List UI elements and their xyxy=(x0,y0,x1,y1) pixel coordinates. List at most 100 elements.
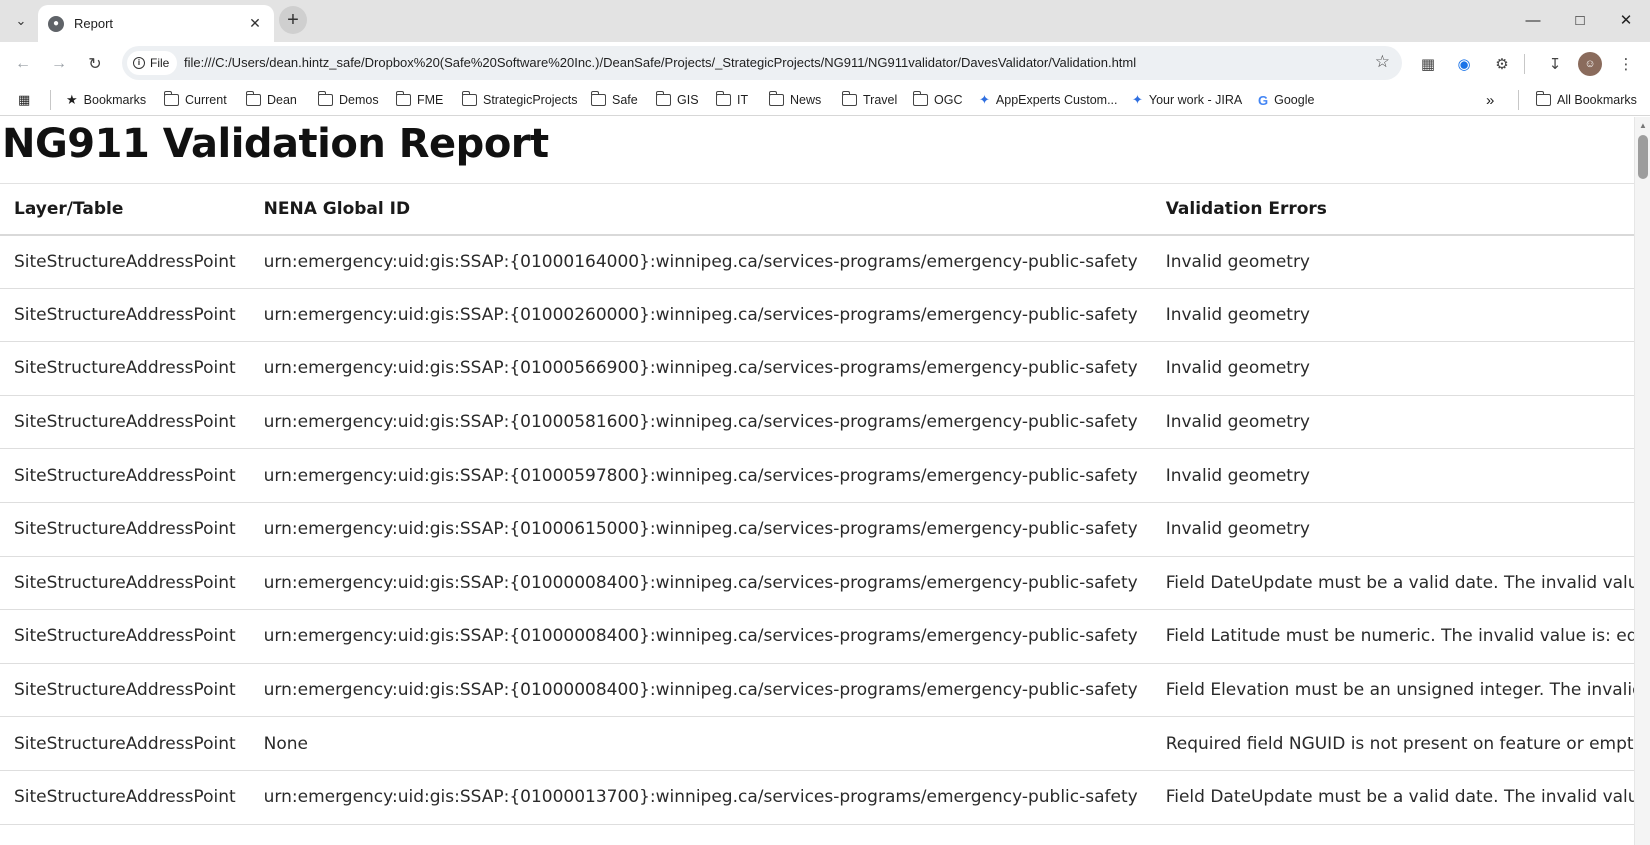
folder-icon xyxy=(655,91,671,106)
reload-icon[interactable]: ↻ xyxy=(80,49,110,79)
bookmark-folder-news[interactable]: News xyxy=(768,91,821,109)
jira-icon: ✦ xyxy=(979,92,990,107)
cell-global-id: urn:emergency:uid:gis:SSAP:{01000581600}… xyxy=(249,395,1152,450)
cell-layer: SiteStructureAddressPoint xyxy=(0,448,250,503)
puzzle-extensions-icon[interactable]: ⚙ xyxy=(1490,52,1514,76)
bookmarks-divider xyxy=(1518,90,1519,110)
cell-global-id: urn:emergency:uid:gis:SSAP:{01000008400}… xyxy=(249,556,1152,611)
cell-error: Invalid geometry xyxy=(1151,395,1634,450)
table-row: SiteStructureAddressPoint None Required fi… xyxy=(0,716,1634,771)
bookmark-folder-demos[interactable]: Demos xyxy=(317,91,379,109)
cell-global-id: urn:emergency:uid:gis:SSAP:{01000597800}… xyxy=(249,448,1152,503)
profile-avatar[interactable]: ☺ xyxy=(1578,52,1602,76)
jira-icon: ✦ xyxy=(1132,92,1143,107)
forward-arrow-icon[interactable]: → xyxy=(44,49,74,79)
bookmark-folder-dean[interactable]: Dean xyxy=(245,91,297,109)
cell-error: Invalid geometry xyxy=(1151,502,1634,557)
cell-global-id: urn:emergency:uid:gis:SSAP:{01000164000}… xyxy=(249,234,1152,289)
cell-layer: SiteStructureAddressPoint xyxy=(0,663,250,718)
cell-layer: SiteStructureAddressPoint xyxy=(0,341,250,396)
cell-layer: SiteStructureAddressPoint xyxy=(0,234,250,289)
cell-error: Required field NGUID is not present on f… xyxy=(1151,716,1634,771)
table-row: SiteStructureAddressPoint urn:emergency:u… xyxy=(0,556,1634,611)
page-viewport: NG911 Validation Report Layer/Table NENA… xyxy=(0,117,1634,845)
extension-icon[interactable]: ▦ xyxy=(1416,52,1440,76)
cell-global-id: urn:emergency:uid:gis:SSAP:{01000260000}… xyxy=(249,288,1152,343)
menu-kebab-icon[interactable]: ⋮ xyxy=(1614,52,1638,76)
table-row: SiteStructureAddressPoint urn:emergency:u… xyxy=(0,502,1634,557)
cell-error: Field Latitude must be numeric. The inva… xyxy=(1151,609,1634,664)
bookmark-google[interactable]: G Google xyxy=(1258,91,1314,109)
url-text[interactable]: file:///C:/Users/dean.hintz_safe/Dropbox… xyxy=(184,55,1136,70)
bookmark-folder-travel[interactable]: Travel xyxy=(841,91,897,109)
tab-report[interactable]: ● Report ✕ xyxy=(38,5,274,42)
cell-error: Invalid geometry xyxy=(1151,448,1634,503)
validation-table: Layer/Table NENA Global ID Validation Er… xyxy=(0,183,1634,825)
minimize-icon[interactable]: — xyxy=(1510,0,1556,40)
cell-global-id: urn:emergency:uid:gis:SSAP:{01000008400}… xyxy=(249,609,1152,664)
table-row: SiteStructureAddressPoint urn:emergency:u… xyxy=(0,448,1634,503)
tab-title: Report xyxy=(74,16,114,31)
bookmark-folder-strategicprojects[interactable]: StrategicProjects xyxy=(461,91,577,109)
extension-blue-icon[interactable]: ◉ xyxy=(1452,52,1476,76)
close-tab-icon[interactable]: ✕ xyxy=(246,15,264,33)
all-bookmarks[interactable]: All Bookmarks xyxy=(1535,91,1637,109)
bookmark-folder-fme[interactable]: FME xyxy=(395,91,443,109)
bookmark-bookmarks[interactable]: ★ Bookmarks xyxy=(66,91,146,109)
download-icon[interactable]: ↧ xyxy=(1543,52,1567,76)
cell-global-id: urn:emergency:uid:gis:SSAP:{01000008400}… xyxy=(249,663,1152,718)
cell-error: Invalid geometry xyxy=(1151,234,1634,289)
cell-global-id: urn:emergency:uid:gis:SSAP:{01000566900}… xyxy=(249,341,1152,396)
folder-icon xyxy=(590,91,606,106)
tab-strip: ⌄ ● Report ✕ + — □ ✕ xyxy=(0,0,1650,42)
table-row: SiteStructureAddressPoint urn:emergency:u… xyxy=(0,288,1634,343)
folder-icon xyxy=(715,91,731,106)
folder-icon xyxy=(163,91,179,106)
table-row: SiteStructureAddressPoint urn:emergency:u… xyxy=(0,234,1634,289)
table-body: SiteStructureAddressPoint urn:emergency:u… xyxy=(0,234,1634,825)
folder-icon xyxy=(245,91,261,106)
cell-layer: SiteStructureAddressPoint xyxy=(0,288,250,343)
cell-layer: SiteStructureAddressPoint xyxy=(0,716,250,771)
site-info-chip[interactable]: i File xyxy=(127,51,177,75)
table-header-row: Layer/Table NENA Global ID Validation Er… xyxy=(0,183,1634,236)
bookmark-star-icon[interactable]: ☆ xyxy=(1375,52,1390,72)
scrollbar-thumb[interactable] xyxy=(1638,135,1648,179)
apps-grid-icon[interactable]: ▦ xyxy=(18,91,36,109)
bookmark-folder-gis[interactable]: GIS xyxy=(655,91,699,109)
bookmark-folder-ogc[interactable]: OGC xyxy=(912,91,962,109)
cell-error: Invalid geometry xyxy=(1151,341,1634,396)
bookmarks-bar: ▦ ★ Bookmarks Current Dean Demos FME Stra… xyxy=(0,84,1650,116)
bookmark-folder-safe[interactable]: Safe xyxy=(590,91,638,109)
cell-error: Field DateUpdate must be a valid date. T… xyxy=(1151,556,1634,611)
column-header-errors: Validation Errors xyxy=(1151,183,1634,236)
table-row: SiteStructureAddressPoint urn:emergency:u… xyxy=(0,341,1634,396)
info-icon: i xyxy=(133,57,145,69)
bookmark-folder-current[interactable]: Current xyxy=(163,91,227,109)
page-title: NG911 Validation Report xyxy=(2,121,549,167)
column-header-layer: Layer/Table xyxy=(0,183,250,236)
address-bar[interactable]: i File file:///C:/Users/dean.hintz_safe/… xyxy=(122,46,1402,80)
bookmark-folder-it[interactable]: IT xyxy=(715,91,748,109)
table-row: SiteStructureAddressPoint urn:emergency:u… xyxy=(0,609,1634,664)
bookmark-jira[interactable]: ✦ Your work - JIRA xyxy=(1132,91,1242,109)
folder-icon xyxy=(1535,91,1551,106)
close-window-icon[interactable]: ✕ xyxy=(1603,0,1649,40)
tab-search-chevron-down-icon[interactable]: ⌄ xyxy=(8,8,34,34)
new-tab-plus-icon[interactable]: + xyxy=(279,6,307,34)
back-arrow-icon[interactable]: ← xyxy=(8,49,38,79)
cell-error: Field DateUpdate must be a valid date. T… xyxy=(1151,770,1634,825)
cell-layer: SiteStructureAddressPoint xyxy=(0,556,250,611)
scroll-up-arrow-icon[interactable]: ▲ xyxy=(1639,121,1647,130)
vertical-scrollbar[interactable]: ▲ xyxy=(1634,117,1650,845)
folder-icon xyxy=(768,91,784,106)
cell-global-id: urn:emergency:uid:gis:SSAP:{01000615000}… xyxy=(249,502,1152,557)
cell-global-id: None xyxy=(249,716,1152,771)
folder-icon xyxy=(841,91,857,106)
cell-layer: SiteStructureAddressPoint xyxy=(0,770,250,825)
maximize-icon[interactable]: □ xyxy=(1557,0,1603,40)
bookmark-appexperts[interactable]: ✦ AppExperts Custom... xyxy=(979,91,1117,109)
table-row: SiteStructureAddressPoint urn:emergency:u… xyxy=(0,663,1634,718)
more-bookmarks-chevron-icon[interactable]: » xyxy=(1486,91,1494,109)
toolbar-divider xyxy=(1524,54,1525,74)
